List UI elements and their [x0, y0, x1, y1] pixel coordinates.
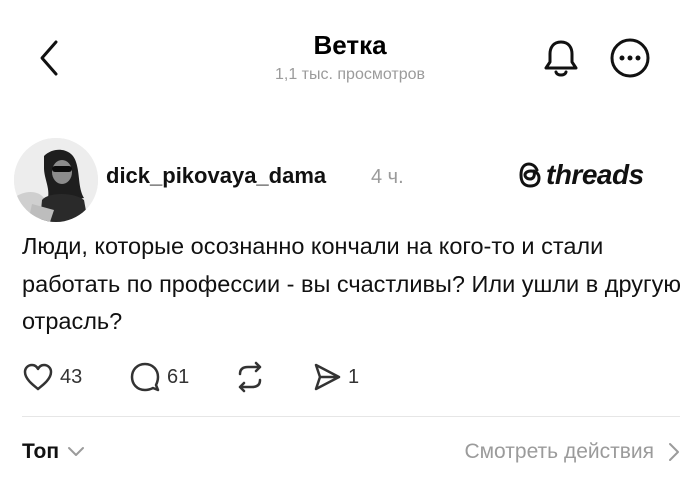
more-horizontal-icon [610, 38, 650, 78]
profile-photo [14, 138, 98, 222]
threads-wordmark: threads [546, 159, 644, 190]
views-count: 1,1 тыс. просмотров [274, 66, 426, 83]
like-button[interactable]: 43 [22, 357, 82, 397]
chevron-right-icon [669, 443, 679, 461]
repost-button[interactable] [234, 357, 266, 397]
chevron-down-icon [68, 447, 85, 456]
view-actions-label: Смотреть действия [464, 440, 654, 463]
page-title: Ветка [313, 30, 387, 60]
divider [22, 416, 680, 417]
reply-button[interactable]: 61 [129, 357, 189, 397]
comment-icon [130, 362, 160, 392]
bell-icon [544, 40, 578, 77]
post-username[interactable]: dick_pikovaya_dama [106, 163, 326, 189]
sort-dropdown[interactable]: Топ [22, 440, 85, 464]
repost-icon [238, 361, 262, 393]
like-count: 43 [60, 365, 83, 388]
post-text: Люди, которые осознанно кончали на кого-… [22, 233, 681, 334]
sort-label: Топ [22, 440, 60, 463]
threads-icon [519, 162, 541, 188]
post-time: 4 ч. [371, 166, 404, 188]
post-actions: 43 61 1 [22, 357, 402, 397]
notifications-button[interactable] [540, 36, 582, 80]
reply-count: 61 [167, 365, 190, 388]
threads-logo: threads [518, 157, 644, 193]
avatar[interactable] [14, 138, 98, 222]
share-button[interactable]: 1 [312, 357, 359, 397]
send-icon [314, 363, 341, 391]
heart-icon [23, 363, 53, 391]
more-button[interactable] [608, 36, 652, 80]
thread-header: Ветка 1,1 тыс. просмотров [0, 0, 700, 100]
view-actions-link[interactable]: Смотреть действия [464, 440, 680, 464]
share-count: 1 [348, 365, 360, 388]
